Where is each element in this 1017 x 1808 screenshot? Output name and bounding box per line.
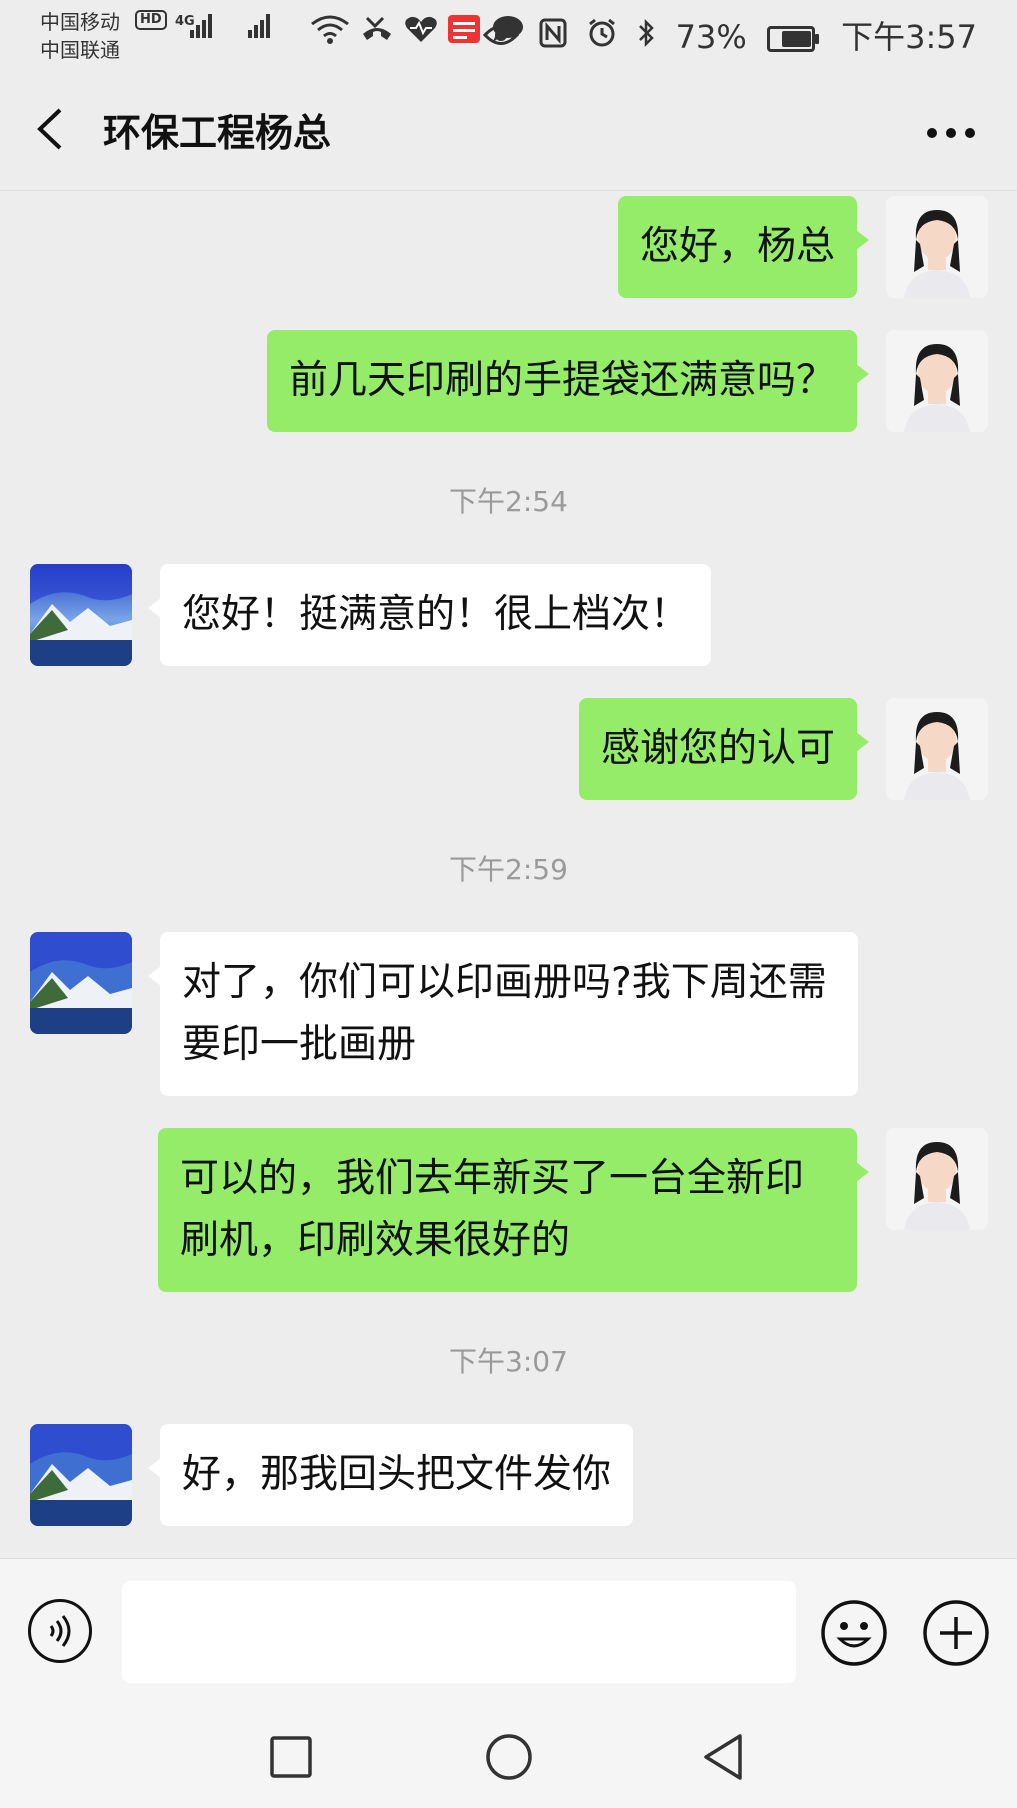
input-bar [0, 1558, 1017, 1707]
contact-avatar[interactable] [30, 1424, 132, 1526]
signal-2-icon [248, 14, 272, 38]
chat-messages: 您好，杨总 前几天印刷的手提袋还满意吗？ 下午2:54 您好！挺满意的！很上档次… [0, 190, 1017, 1558]
battery-percent: 73% [675, 18, 747, 56]
battery-icon [766, 26, 819, 52]
my-avatar[interactable] [886, 196, 988, 298]
timestamp: 下午2:59 [449, 853, 568, 886]
message-bubble-sent[interactable]: 您好，杨总 [617, 196, 870, 298]
my-avatar[interactable] [886, 698, 988, 800]
nfc-icon [539, 18, 567, 56]
contact-avatar[interactable] [30, 932, 132, 1034]
chat-title: 环保工程杨总 [103, 111, 332, 155]
signal-1-icon [190, 14, 214, 38]
bluetooth-icon [637, 18, 655, 56]
health-icon [404, 16, 447, 51]
message-input[interactable] [122, 1581, 796, 1683]
my-avatar[interactable] [886, 1128, 988, 1230]
timestamp: 下午3:07 [449, 1345, 568, 1378]
hd-badge: HD [135, 10, 167, 30]
voice-icon[interactable] [28, 1599, 92, 1663]
message-bubble-received[interactable]: 好，那我回头把文件发你 [147, 1424, 634, 1526]
message-bubble-received[interactable]: 对了，你们可以印画册吗?我下周还需要印一批画册 [148, 932, 858, 1096]
alarm-icon [587, 18, 617, 56]
status-right: 73% 下午3:57 [473, 12, 977, 58]
back-arrow-icon[interactable] [30, 104, 70, 154]
my-avatar[interactable] [886, 330, 988, 432]
nav-circle-icon[interactable] [484, 1732, 534, 1782]
message-bubble-sent[interactable]: 可以的，我们去年新买了一台全新印刷机，印刷效果很好的 [158, 1128, 869, 1292]
nav-triangle-icon[interactable] [700, 1732, 750, 1782]
carrier-info: 中国移动 中国联通 [40, 8, 120, 64]
message-bubble-sent[interactable]: 感谢您的认可 [578, 698, 870, 800]
system-nav-bar [0, 1706, 1017, 1808]
contact-avatar[interactable] [30, 564, 132, 666]
plus-icon[interactable] [922, 1599, 990, 1667]
message-bubble-sent[interactable]: 前几天印刷的手提袋还满意吗？ [266, 330, 870, 432]
emoji-icon[interactable] [820, 1599, 888, 1667]
chat-header: 环保工程杨总 [0, 72, 1017, 191]
status-time: 下午3:57 [841, 18, 977, 56]
missed-call-icon [359, 16, 404, 51]
nav-square-icon[interactable] [266, 1732, 316, 1782]
message-bubble-received[interactable]: 您好！挺满意的！很上档次！ [147, 564, 712, 666]
eye-icon [482, 18, 520, 56]
status-bar: 中国移动 中国联通 HD 4G 73% 下午3:57 [0, 0, 1017, 72]
more-icon[interactable] [925, 106, 977, 146]
wifi-icon [310, 15, 359, 51]
timestamp: 下午2:54 [449, 485, 568, 518]
carrier-1: 中国移动 [40, 10, 120, 34]
carrier-2: 中国联通 [40, 38, 120, 62]
